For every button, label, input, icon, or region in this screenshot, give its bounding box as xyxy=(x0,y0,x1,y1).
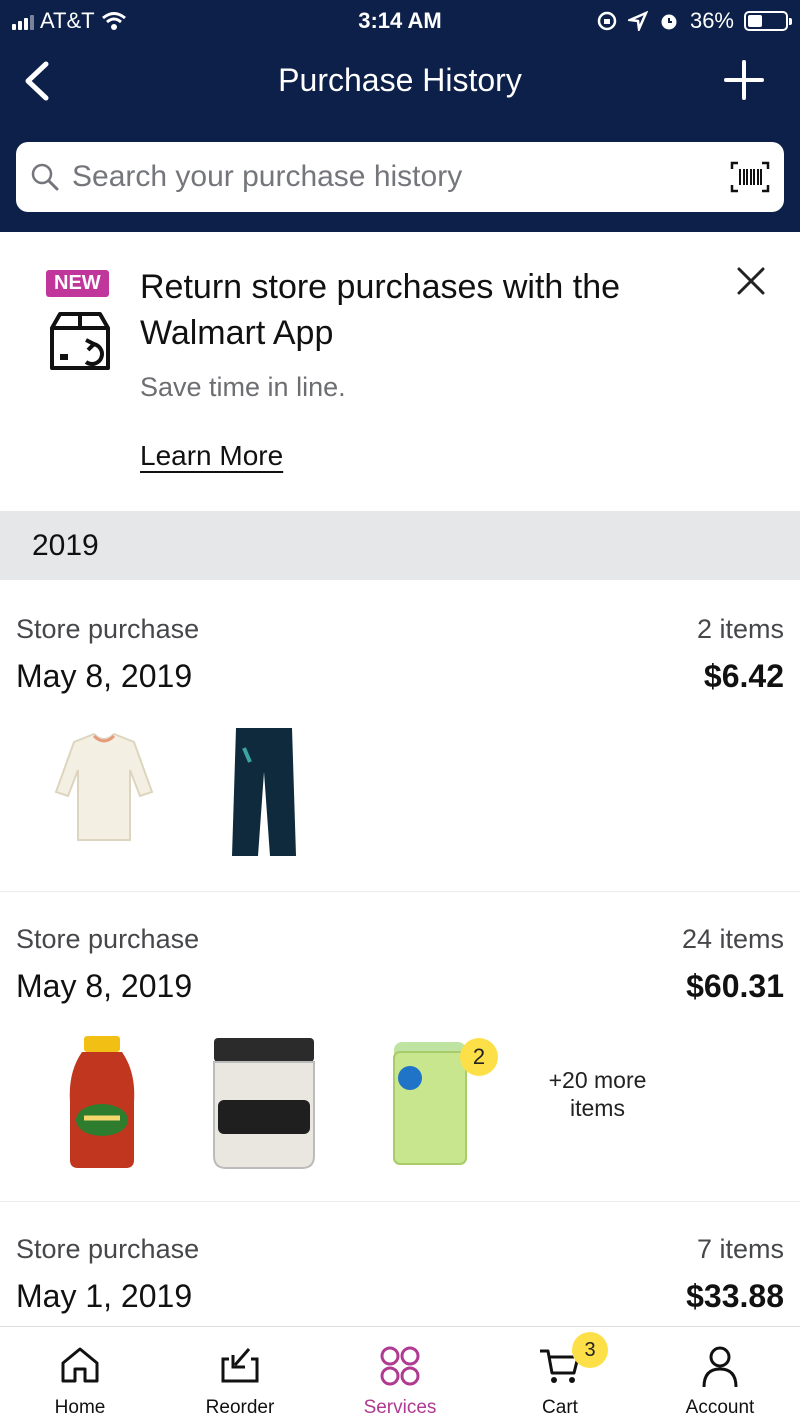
pants-thumbnail xyxy=(232,728,296,856)
order-item-count: 24 items xyxy=(681,924,784,954)
order-total: $33.88 xyxy=(686,1278,784,1314)
barcode-scan-icon[interactable] xyxy=(730,161,770,193)
learn-more-link[interactable]: Learn More xyxy=(140,440,283,472)
purchase-history-screen: AT&T 3:14 AM 36% Purchase History Search… xyxy=(0,0,800,1422)
services-icon xyxy=(380,1346,420,1386)
tab-reorder[interactable]: Reorder xyxy=(160,1327,320,1422)
order-item-count: 2 items xyxy=(696,614,784,644)
sweater-thumbnail xyxy=(54,732,154,841)
order-date: May 8, 2019 xyxy=(16,658,193,694)
tab-label: Home xyxy=(54,1397,106,1418)
quantity-badge: 2 xyxy=(460,1038,498,1076)
add-button[interactable] xyxy=(724,60,764,100)
order-type: Store purchase xyxy=(16,1234,200,1264)
page-title: Purchase History xyxy=(278,62,522,98)
order-type: Store purchase xyxy=(16,614,200,644)
order-date: May 8, 2019 xyxy=(16,968,193,1004)
order-item-count: 7 items xyxy=(696,1234,784,1264)
salsa-jar-thumbnail xyxy=(69,1036,135,1168)
alarm-icon xyxy=(661,14,677,30)
tab-label: Account xyxy=(685,1397,755,1418)
more-items-label: +20 more items xyxy=(548,1067,647,1121)
order-type: Store purchase xyxy=(16,924,200,954)
order-card[interactable]: Store purchase May 8, 2019 2 items $6.42 xyxy=(0,582,800,892)
tab-home[interactable]: Home xyxy=(0,1327,160,1422)
tab-account[interactable]: Account xyxy=(640,1327,800,1422)
status-right: 36% xyxy=(596,8,792,34)
battery-percent: 36% xyxy=(689,8,734,33)
rotation-lock-icon xyxy=(597,11,617,31)
reorder-icon xyxy=(221,1348,259,1383)
tab-cart[interactable]: Cart xyxy=(480,1327,640,1422)
order-date: May 1, 2019 xyxy=(16,1278,193,1314)
queso-dip-thumbnail xyxy=(213,1038,315,1169)
tab-label: Services xyxy=(363,1397,437,1418)
header-area: AT&T 3:14 AM 36% Purchase History Search… xyxy=(0,0,800,232)
cart-count-badge: 3 xyxy=(572,1332,608,1368)
tab-services[interactable]: Services xyxy=(320,1327,480,1422)
return-package-icon xyxy=(50,312,110,370)
order-card[interactable]: Store purchase May 1, 2019 7 items $33.8… xyxy=(0,1202,800,1332)
status-bar: AT&T 3:14 AM 36% xyxy=(0,0,800,42)
order-total: $60.31 xyxy=(686,968,784,1004)
search-bar[interactable]: Search your purchase history xyxy=(16,142,784,212)
order-total: $6.42 xyxy=(703,658,784,694)
tab-label: Cart xyxy=(542,1397,578,1418)
order-card[interactable]: Store purchase May 8, 2019 24 items $60.… xyxy=(0,892,800,1202)
tab-label: Reorder xyxy=(205,1397,275,1418)
tab-bar: Home Reorder Services Cart Account xyxy=(0,1326,800,1422)
nav-bar: Purchase History xyxy=(0,42,800,120)
search-icon xyxy=(31,163,59,191)
battery-icon xyxy=(744,11,792,31)
close-icon[interactable] xyxy=(736,266,766,296)
search-input[interactable]: Search your purchase history xyxy=(72,160,730,194)
new-badge: NEW xyxy=(46,270,109,297)
year-header: 2019 xyxy=(0,511,800,580)
location-icon xyxy=(627,11,648,31)
promo-subtitle: Save time in line. xyxy=(140,372,346,402)
home-icon xyxy=(61,1347,99,1383)
account-icon xyxy=(702,1346,738,1388)
promo-headline: Return store purchases with the Walmart … xyxy=(140,268,621,352)
